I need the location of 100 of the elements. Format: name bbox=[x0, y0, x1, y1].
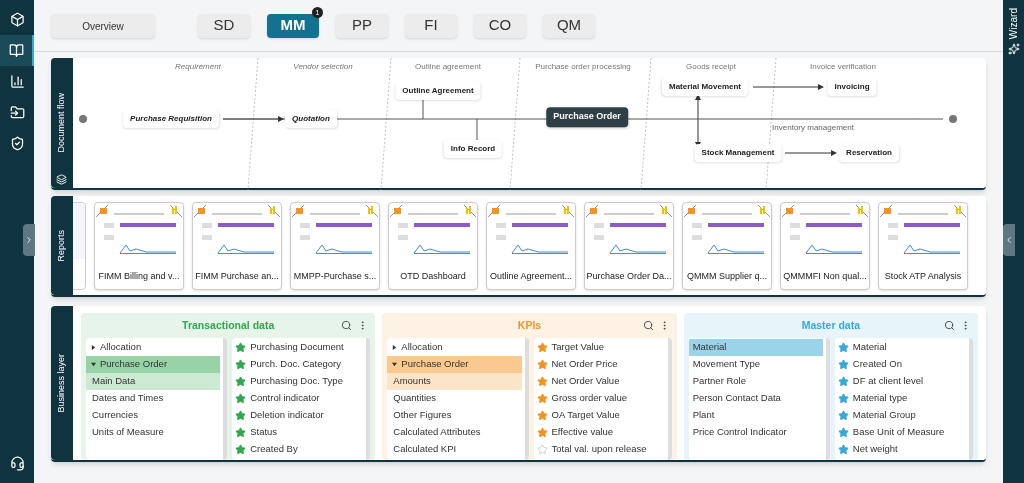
tree-item[interactable]: Person Contact Data bbox=[688, 390, 823, 407]
star-icon[interactable] bbox=[536, 410, 548, 421]
report-card[interactable]: FIMM Purchase an... bbox=[192, 201, 282, 290]
sparkle-icon[interactable] bbox=[1007, 43, 1020, 56]
module-tab[interactable]: QM bbox=[543, 13, 595, 38]
star-icon[interactable] bbox=[837, 444, 849, 455]
search-icon[interactable] bbox=[642, 320, 654, 331]
flow-node[interactable]: Material Movement bbox=[662, 78, 748, 96]
field-item[interactable]: Total val. upon release bbox=[533, 441, 668, 458]
field-item[interactable]: Material bbox=[834, 339, 969, 356]
report-card[interactable]: OTD Dashboard bbox=[388, 201, 478, 290]
report-card[interactable]: FIMM Billing and v... bbox=[94, 201, 184, 290]
star-icon[interactable] bbox=[235, 427, 247, 438]
field-item[interactable]: DF at client level bbox=[834, 373, 969, 390]
star-icon[interactable] bbox=[536, 359, 548, 370]
star-icon[interactable] bbox=[235, 410, 247, 421]
star-icon[interactable] bbox=[837, 359, 849, 370]
field-item[interactable]: Purch. Doc. Category bbox=[232, 356, 367, 373]
tree-item[interactable]: Quantities bbox=[387, 390, 522, 407]
expand-tab[interactable] bbox=[23, 224, 35, 256]
field-item[interactable]: Created By bbox=[232, 441, 367, 458]
tree-item[interactable]: Amounts bbox=[387, 373, 522, 390]
tree-item[interactable]: Dates and Times bbox=[86, 390, 221, 407]
report-card[interactable]: MMPP-Purchase s... bbox=[290, 201, 380, 290]
star-icon[interactable] bbox=[235, 393, 247, 404]
tree-item[interactable]: Plant bbox=[688, 407, 823, 424]
star-icon[interactable] bbox=[837, 427, 849, 438]
report-card[interactable]: Stock ATP Analysis bbox=[878, 201, 968, 290]
field-item[interactable]: Net Order Price bbox=[533, 356, 668, 373]
star-icon[interactable] bbox=[536, 444, 548, 455]
section-title: KPIs bbox=[517, 317, 542, 333]
flow-node[interactable]: Invoicing bbox=[827, 78, 877, 96]
report-title: OTD Dashboard bbox=[400, 269, 466, 283]
field-item[interactable]: Deletion indicator bbox=[232, 407, 367, 424]
star-icon[interactable] bbox=[536, 427, 548, 438]
tree-item[interactable]: Allocation bbox=[86, 339, 221, 356]
report-card[interactable]: QMMMFI Non qual... bbox=[780, 201, 870, 290]
field-item[interactable]: Control indicator bbox=[232, 390, 367, 407]
tree-item[interactable]: Allocation bbox=[387, 339, 522, 356]
field-item[interactable]: Net weight bbox=[834, 441, 969, 458]
star-icon[interactable] bbox=[536, 393, 548, 404]
field-item[interactable]: Purchasing Document bbox=[232, 339, 367, 356]
tree-item[interactable]: Currencies bbox=[86, 407, 221, 424]
star-icon[interactable] bbox=[536, 376, 548, 387]
report-card[interactable]: Outline Agreement... bbox=[486, 201, 576, 290]
field-item[interactable]: Material type bbox=[834, 390, 969, 407]
report-card[interactable]: Purchase Order Da... bbox=[584, 201, 674, 290]
flow-node[interactable]: Quotation bbox=[285, 110, 337, 128]
tree-item[interactable]: Units of Measure bbox=[86, 424, 221, 441]
star-icon[interactable] bbox=[837, 410, 849, 421]
report-card[interactable]: QMMM Supplier q... bbox=[682, 201, 772, 290]
tree-item[interactable]: Calculated Attributes bbox=[387, 424, 522, 441]
flow-node[interactable]: Info Record bbox=[443, 140, 503, 158]
overview-tab[interactable]: Overview bbox=[51, 14, 155, 39]
flow-node[interactable]: Outline Agreement bbox=[395, 82, 481, 100]
module-tab[interactable]: CO bbox=[474, 13, 526, 38]
tree-item[interactable]: Main Data bbox=[86, 373, 221, 390]
search-icon[interactable] bbox=[341, 320, 353, 331]
star-icon[interactable] bbox=[536, 342, 548, 353]
field-item[interactable]: Base Unit of Measure bbox=[834, 424, 969, 441]
tree-item[interactable]: Purchase Order bbox=[86, 356, 221, 373]
field-item[interactable]: OA Target Value bbox=[533, 407, 668, 424]
flow-node[interactable]: Purchase Requisition bbox=[123, 110, 219, 128]
headset-icon[interactable] bbox=[9, 456, 25, 471]
tree-item[interactable]: Calculated KPI bbox=[387, 441, 522, 458]
flow-node[interactable]: Purchase Order bbox=[546, 107, 628, 127]
tree-item[interactable]: Movement Type bbox=[688, 356, 823, 373]
search-icon[interactable] bbox=[944, 320, 955, 331]
flow-node[interactable]: Stock Management bbox=[694, 144, 782, 162]
report-title: Outline Agreement... bbox=[489, 269, 572, 283]
tree-item[interactable]: Other Figures bbox=[387, 407, 522, 424]
module-tab[interactable]: SD bbox=[198, 13, 250, 38]
field-item[interactable]: Gross order value bbox=[533, 390, 668, 407]
report-title: Purchase Order Da... bbox=[586, 269, 672, 283]
tree-item[interactable]: Price Control Indicator bbox=[688, 424, 823, 441]
star-icon[interactable] bbox=[837, 393, 849, 404]
field-item[interactable]: Effective value bbox=[533, 424, 668, 441]
wizard-label[interactable]: Wizard bbox=[1006, 8, 1021, 40]
field-item[interactable]: Purchasing Doc. Type bbox=[232, 373, 367, 390]
field-item[interactable]: Material Group bbox=[834, 407, 969, 424]
star-icon[interactable] bbox=[235, 359, 247, 370]
star-icon[interactable] bbox=[235, 342, 247, 353]
flow-node[interactable]: Reservation bbox=[839, 144, 899, 162]
start-dot-icon bbox=[79, 115, 87, 123]
report-card-partial[interactable] bbox=[73, 201, 86, 290]
module-tab[interactable]: PP bbox=[336, 13, 388, 38]
field-item[interactable]: Created On bbox=[834, 356, 969, 373]
star-icon[interactable] bbox=[235, 444, 247, 455]
star-icon[interactable] bbox=[837, 342, 849, 353]
tree-item[interactable]: Partner Role bbox=[688, 373, 823, 390]
field-item[interactable]: Status bbox=[232, 424, 367, 441]
collapse-tab[interactable] bbox=[1003, 224, 1015, 256]
field-item[interactable]: Target Value bbox=[533, 339, 668, 356]
tree-item[interactable]: Purchase Order bbox=[387, 356, 522, 373]
module-tab[interactable]: FI bbox=[405, 13, 457, 38]
sidebar-item[interactable] bbox=[0, 35, 34, 66]
star-icon[interactable] bbox=[837, 376, 849, 387]
tree-item[interactable]: Material bbox=[688, 339, 823, 356]
star-icon[interactable] bbox=[235, 376, 247, 387]
field-item[interactable]: Net Order Value bbox=[533, 373, 668, 390]
